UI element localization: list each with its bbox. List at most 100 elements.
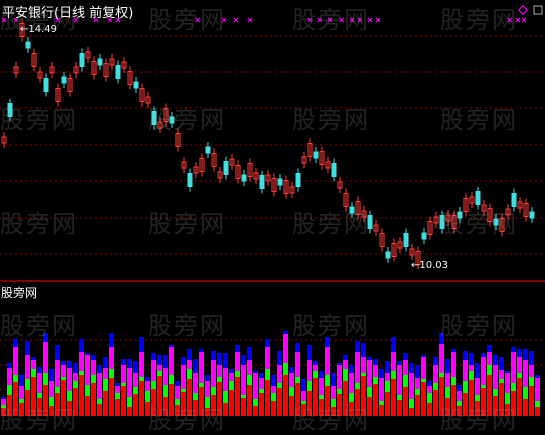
volume-segment bbox=[67, 361, 72, 368]
volume-segment bbox=[403, 353, 408, 360]
volume-segment bbox=[133, 361, 138, 373]
volume-segment bbox=[325, 375, 330, 386]
volume-segment bbox=[511, 352, 516, 383]
volume-segment bbox=[295, 352, 300, 377]
volume-segment bbox=[427, 393, 432, 403]
volume-segment bbox=[91, 383, 96, 416]
volume-segment bbox=[391, 352, 396, 371]
volume-segment bbox=[223, 368, 228, 391]
volume-segment bbox=[121, 383, 126, 386]
volume-segment bbox=[397, 395, 402, 400]
volume-segment bbox=[451, 352, 456, 377]
volume-segment bbox=[61, 361, 66, 365]
volume-segment bbox=[469, 371, 474, 380]
volume-segment bbox=[253, 373, 258, 399]
volume-segment bbox=[409, 373, 414, 399]
volume-segment bbox=[139, 377, 144, 381]
volume-segment bbox=[43, 342, 48, 373]
volume-segment bbox=[193, 373, 198, 393]
volume-segment bbox=[361, 343, 366, 357]
volume-segment bbox=[259, 389, 264, 393]
volume-segment bbox=[115, 399, 120, 416]
watermark: 股旁网 bbox=[440, 406, 518, 434]
volume-segment bbox=[133, 394, 138, 416]
volume-segment bbox=[433, 383, 438, 390]
watermark: 股旁网 bbox=[440, 312, 518, 340]
volume-segment bbox=[109, 378, 114, 416]
volume-segment bbox=[343, 355, 348, 360]
volume-segment bbox=[103, 379, 108, 391]
volume-segment bbox=[181, 357, 186, 365]
volume-segment bbox=[145, 381, 150, 391]
volume-segment bbox=[229, 381, 234, 390]
volume-segment bbox=[439, 344, 444, 373]
volume-segment bbox=[343, 360, 348, 369]
volume-segment bbox=[265, 339, 270, 347]
candle-body bbox=[277, 178, 283, 186]
volume-segment bbox=[409, 399, 414, 408]
volume-segment bbox=[61, 365, 66, 377]
volume-segment bbox=[283, 334, 288, 363]
volume-segment bbox=[157, 355, 162, 365]
volume-segment bbox=[349, 373, 354, 393]
candle-body bbox=[97, 58, 103, 66]
volume-segment bbox=[397, 400, 402, 416]
watermark: 股旁网 bbox=[0, 106, 78, 134]
volume-segment bbox=[217, 353, 222, 365]
volume-segment bbox=[313, 365, 318, 371]
volume-segment bbox=[43, 373, 48, 385]
candle-body bbox=[241, 174, 247, 182]
volume-segment bbox=[535, 375, 540, 378]
volume-segment bbox=[337, 363, 342, 365]
volume-segment bbox=[337, 389, 342, 394]
volume-segment bbox=[457, 385, 462, 391]
volume-segment bbox=[241, 395, 246, 398]
volume-segment bbox=[7, 368, 12, 385]
volume-segment bbox=[265, 380, 270, 416]
watermark: 股旁网 bbox=[440, 6, 518, 34]
volume-segment bbox=[229, 373, 234, 381]
volume-segment bbox=[523, 360, 528, 387]
volume-segment bbox=[373, 359, 378, 365]
volume-segment bbox=[307, 381, 312, 391]
volume-segment bbox=[151, 381, 156, 389]
volume-segment bbox=[409, 363, 414, 373]
volume-segment bbox=[373, 377, 378, 384]
candle-body bbox=[421, 232, 427, 240]
volume-segment bbox=[337, 365, 342, 389]
volume-segment bbox=[421, 355, 426, 357]
volume-segment bbox=[535, 378, 540, 401]
volume-segment bbox=[511, 347, 516, 352]
volume-segment bbox=[391, 337, 396, 352]
volume-segment bbox=[139, 337, 144, 352]
volume-segment bbox=[517, 357, 522, 373]
volume-segment bbox=[175, 386, 180, 399]
volume-segment bbox=[241, 355, 246, 365]
candle-body bbox=[43, 78, 49, 92]
volume-segment bbox=[157, 365, 162, 371]
volume-segment bbox=[103, 391, 108, 416]
volume-segment bbox=[193, 359, 198, 373]
volume-segment bbox=[259, 393, 264, 416]
volume-segment bbox=[451, 377, 456, 385]
volume-segment bbox=[97, 373, 102, 399]
low-price-marker: ←10.03 bbox=[411, 260, 449, 271]
volume-segment bbox=[235, 345, 240, 352]
volume-segment bbox=[403, 387, 408, 416]
volume-segment bbox=[37, 367, 42, 373]
volume-segment bbox=[379, 401, 384, 405]
volume-segment bbox=[265, 347, 270, 369]
volume-segment bbox=[121, 365, 126, 383]
volume-segment bbox=[379, 369, 384, 378]
volume-segment bbox=[151, 360, 156, 381]
volume-segment bbox=[187, 349, 192, 360]
volume-segment bbox=[523, 399, 528, 416]
volume-segment bbox=[529, 351, 534, 365]
watermark: 股旁网 bbox=[292, 210, 370, 238]
volume-segment bbox=[31, 357, 36, 360]
volume-segment bbox=[445, 387, 450, 398]
volume-segment bbox=[463, 351, 468, 360]
volume-segment bbox=[211, 351, 216, 360]
volume-segment bbox=[403, 360, 408, 375]
signal-diamond bbox=[518, 5, 528, 15]
